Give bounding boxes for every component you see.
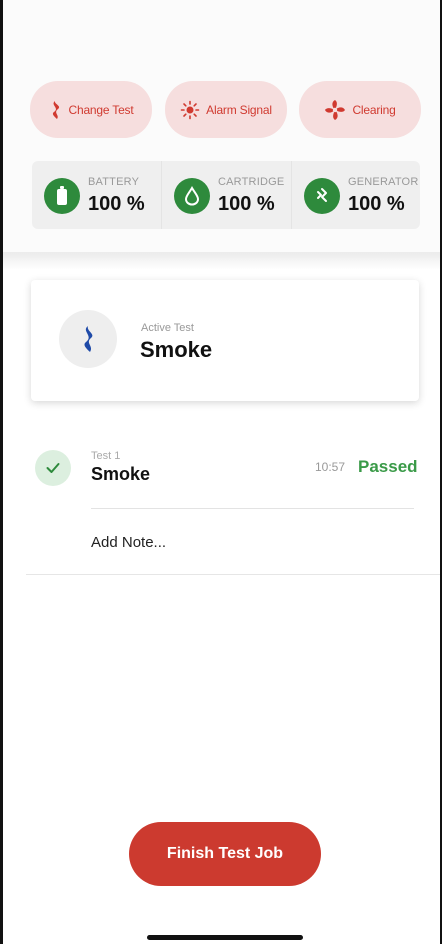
active-test-value: Smoke — [140, 337, 213, 362]
battery-status: BATTERY 100 % — [32, 161, 161, 229]
finish-test-job-button[interactable]: Finish Test Job — [129, 822, 321, 886]
test-time: 10:57 — [315, 460, 346, 474]
alarm-signal-button[interactable]: Alarm Signal — [165, 81, 287, 138]
clearing-button[interactable]: Clearing — [299, 81, 421, 138]
test-number-label: Test 1 — [91, 450, 121, 462]
top-panel-shadow — [3, 252, 440, 270]
battery-value: 100 % — [88, 193, 145, 215]
generator-status: GENERATOR 100 % — [291, 161, 421, 229]
test-status-passed: Passed — [358, 457, 418, 476]
clearing-label: Clearing — [352, 102, 396, 117]
active-test-card[interactable]: Active Test Smoke — [31, 280, 419, 401]
active-test-label: Active Test — [141, 322, 194, 334]
home-indicator[interactable] — [147, 935, 303, 940]
device-status-panel: BATTERY 100 % CARTRIDGE 100 % GENERATOR … — [32, 161, 420, 229]
divider — [91, 508, 414, 509]
alarm-signal-label: Alarm Signal — [206, 102, 272, 117]
check-icon — [35, 450, 71, 486]
change-test-button[interactable]: Change Test — [30, 81, 152, 138]
battery-label: BATTERY — [88, 176, 140, 188]
smoke-icon — [59, 310, 117, 368]
alarm-sun-icon — [180, 100, 200, 119]
test-name: Smoke — [91, 464, 151, 484]
change-test-label: Change Test — [68, 102, 134, 117]
battery-icon — [44, 178, 80, 214]
smoke-icon — [52, 100, 59, 119]
fan-icon — [325, 99, 346, 120]
divider — [26, 574, 440, 575]
cartridge-label: CARTRIDGE — [218, 176, 285, 188]
generator-label: GENERATOR — [348, 176, 419, 188]
add-note-link[interactable]: Add Note... — [91, 534, 166, 551]
generator-icon — [304, 178, 340, 214]
drop-icon — [174, 178, 210, 214]
generator-value: 100 % — [348, 193, 405, 215]
cartridge-value: 100 % — [218, 193, 275, 215]
cartridge-status: CARTRIDGE 100 % — [161, 161, 291, 229]
